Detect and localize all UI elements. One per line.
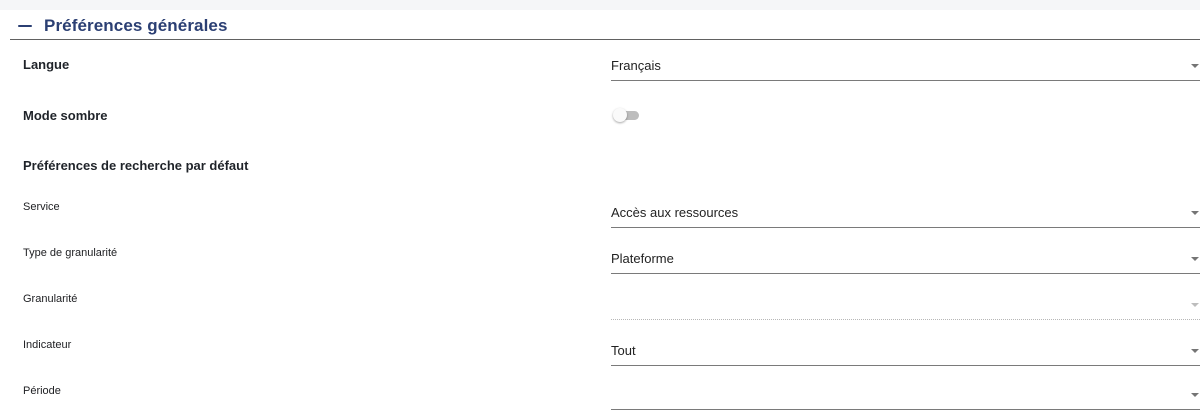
indicator-value: Tout (611, 343, 636, 358)
language-value: Français (611, 58, 661, 73)
dark-mode-label: Mode sombre (23, 108, 108, 123)
granularity-type-value: Plateforme (611, 251, 674, 266)
collapse-section-button[interactable] (14, 15, 36, 37)
language-label: Langue (23, 57, 70, 72)
indicator-label: Indicateur (23, 339, 72, 351)
period-label: Période (23, 385, 61, 397)
dropdown-arrow-icon (1191, 393, 1199, 397)
language-select[interactable]: Français (611, 53, 1200, 81)
preferences-page: Préférences générales Langue Français Mo… (0, 0, 1200, 411)
dropdown-arrow-icon (1191, 349, 1199, 353)
section-title: Préférences générales (44, 16, 228, 35)
granularity-select (611, 292, 1200, 320)
service-select[interactable]: Accès aux ressources (611, 200, 1200, 228)
granularity-type-label: Type de granularité (23, 247, 118, 259)
dropdown-arrow-icon (1191, 257, 1199, 261)
toggle-thumb (613, 108, 627, 122)
top-strip (0, 0, 1200, 10)
general-preferences-header: Préférences générales (10, 13, 1200, 40)
dropdown-arrow-icon (1191, 303, 1199, 307)
dropdown-arrow-icon (1191, 211, 1199, 215)
service-label: Service (23, 201, 60, 213)
dropdown-arrow-icon (1191, 64, 1199, 68)
service-value: Accès aux ressources (611, 205, 739, 220)
granularity-label: Granularité (23, 293, 78, 305)
minus-icon (17, 18, 33, 34)
search-preferences-heading: Préférences de recherche par défaut (23, 158, 249, 173)
dark-mode-toggle[interactable] (613, 108, 641, 122)
granularity-type-select[interactable]: Plateforme (611, 246, 1200, 274)
period-select[interactable] (611, 382, 1200, 410)
indicator-select[interactable]: Tout (611, 338, 1200, 366)
